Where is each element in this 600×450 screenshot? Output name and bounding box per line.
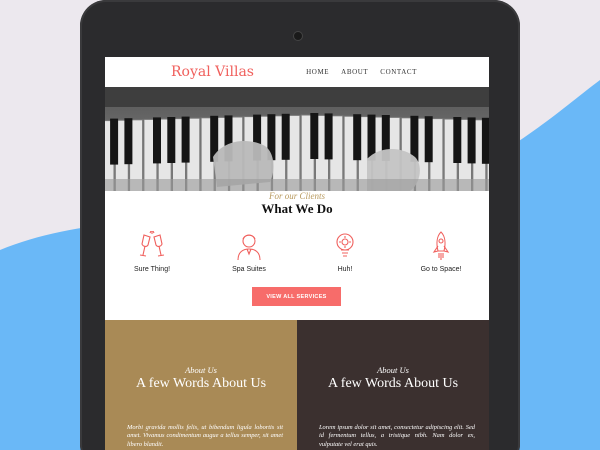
service-label-sure-thing: Sure Thing! — [133, 266, 171, 273]
service-item[interactable]: Spa Suites — [209, 231, 289, 273]
service-label-huh: Huh! — [337, 266, 353, 273]
service-label-go-to-space: Go to Space! — [420, 266, 462, 273]
nav-contact[interactable]: CONTACT — [380, 68, 417, 76]
view-all-services-button[interactable]: VIEW ALL SERVICES — [252, 287, 341, 306]
about-column-right: About Us A few Words About Us Lorem ipsu… — [297, 320, 489, 450]
rocket-icon — [401, 231, 481, 261]
nav-about[interactable]: ABOUT — [341, 68, 368, 76]
service-item[interactable]: Sure Thing! — [112, 231, 192, 273]
website-screen: Royal Villas HOME ABOUT CONTACT For our … — [105, 57, 489, 450]
about-body: Morbi gravida mollis felis, ut bibendum … — [127, 424, 283, 448]
services-eyebrow: For our Clients — [268, 191, 325, 201]
main-nav: HOME ABOUT CONTACT — [306, 68, 417, 76]
about-body: Lorem ipsum dolor sit amet, consectetur … — [319, 424, 475, 448]
person-icon — [209, 231, 289, 261]
lightbulb-icon — [305, 231, 385, 261]
site-header: Royal Villas HOME ABOUT CONTACT — [105, 57, 489, 87]
about-eyebrow: About Us — [377, 365, 409, 375]
site-logo[interactable]: Royal Villas — [171, 64, 254, 80]
service-label-spa-suites: Spa Suites — [232, 266, 266, 273]
about-section: About Us A few Words About Us Morbi grav… — [105, 320, 489, 450]
nav-home[interactable]: HOME — [306, 68, 329, 76]
services-section: For our Clients What We Do Sure Thing! S… — [105, 191, 489, 320]
about-eyebrow: About Us — [185, 365, 217, 375]
service-item[interactable]: Huh! — [305, 231, 385, 273]
services-title: What We Do — [261, 201, 333, 216]
tablet-camera — [294, 32, 302, 40]
hero-image-piano — [105, 87, 489, 191]
about-title: A few Words About Us — [135, 376, 267, 391]
service-item[interactable]: Go to Space! — [401, 231, 481, 273]
champagne-glasses-icon — [112, 231, 192, 261]
about-title: A few Words About Us — [327, 376, 459, 391]
about-column-left: About Us A few Words About Us Morbi grav… — [105, 320, 297, 450]
